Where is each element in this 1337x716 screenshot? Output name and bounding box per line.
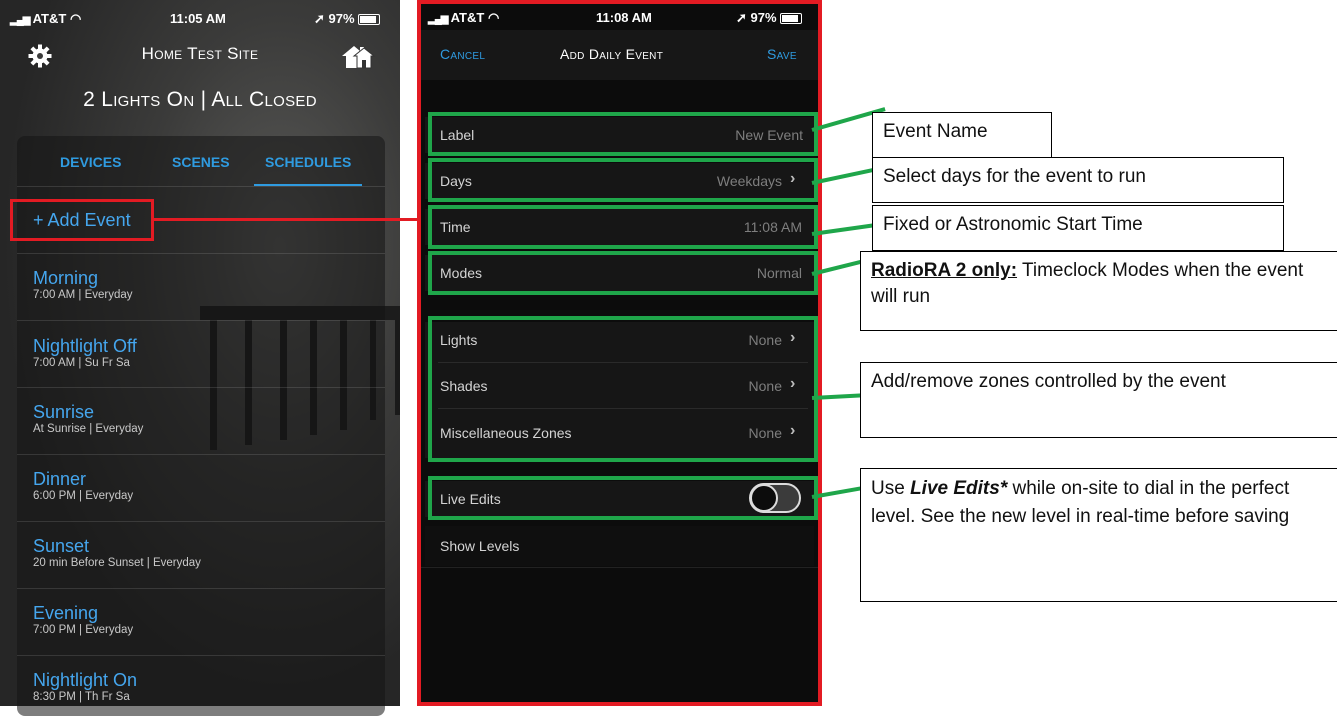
event-name: Nightlight On [33,670,138,690]
live-edits-label: Live Edits [440,491,501,507]
left-status-battery: ➚ 97% [314,11,380,27]
right-status-time: 11:08 AM [596,10,652,25]
list-divider [17,387,385,388]
modes-field-value[interactable]: Normal [640,265,802,281]
toggle-knob [750,484,778,512]
tab-divider [17,186,385,187]
event-detail: 7:00 PM | Everyday [33,624,134,636]
time-field-value[interactable]: 11:08 AM [640,219,802,235]
days-field-label: Days [440,173,472,189]
list-item[interactable]: Sunrise At Sunrise | Everyday [33,402,143,435]
list-divider [17,454,385,455]
row-divider [438,408,808,409]
annotation-modes: RadioRA 2 only: Timeclock Modes when the… [860,251,1337,331]
battery-icon [779,13,802,25]
wifi-icon: ◠ [487,10,500,25]
right-status-carrier: ▂▄▆ AT&T ◠ [428,10,500,25]
event-detail: At Sunrise | Everyday [33,423,144,435]
location-icon: ➚ [314,11,325,26]
event-detail: 7:00 AM | Everyday [33,289,133,301]
list-item[interactable]: Morning 7:00 AM | Everyday [33,268,133,301]
chevron-right-icon: › [790,422,796,439]
annotation-days: Select days for the event to run [872,157,1284,203]
list-divider [17,588,385,589]
location-icon: ➚ [736,10,747,25]
list-item[interactable]: Nightlight Off 7:00 AM | Su Fr Sa [33,336,137,369]
page-title: Add Daily Event [560,46,664,62]
list-divider [17,521,385,522]
list-divider [17,320,385,321]
chevron-right-icon: › [790,170,796,187]
add-event-callout-line [154,218,430,221]
label-field-label: Label [440,127,475,143]
event-detail: 8:30 PM | Th Fr Sa [33,691,130,703]
event-name: Nightlight Off [33,336,137,356]
row-divider [438,362,808,363]
status-summary: 2 Lights On | All Closed [83,88,317,111]
modes-field-label: Modes [440,265,483,281]
shades-field-label: Shades [440,378,488,394]
event-name: Sunset [33,536,90,556]
left-status-carrier: ▂▄▆ AT&T ◠ [10,11,82,26]
annotation-event-name: Event Name [872,112,1052,158]
home-icon[interactable] [340,42,376,70]
lights-field-label: Lights [440,332,478,348]
event-detail: 6:00 PM | Everyday [33,490,134,502]
list-item[interactable]: Sunset 20 min Before Sunset | Everyday [33,536,201,569]
list-divider [17,253,385,254]
cancel-button[interactable]: Cancel [440,46,485,62]
tab-selected-indicator [254,184,362,186]
event-name: Morning [33,268,99,288]
annotation-live-edits: Use Live Edits* while on-site to dial in… [860,468,1337,602]
wifi-icon: ◠ [69,11,82,26]
annotation-live-prefix: Use [871,478,911,499]
tab-devices[interactable]: DEVICES [60,154,121,170]
event-name: Evening [33,603,99,623]
left-status-time: 11:05 AM [170,11,226,26]
event-name: Dinner [33,469,87,489]
add-event-button[interactable]: + Add Event [10,199,154,241]
list-item[interactable]: Nightlight On 8:30 PM | Th Fr Sa [33,670,137,703]
label-field-value[interactable]: New Event [640,127,803,143]
time-field-label: Time [440,219,471,235]
list-item[interactable]: Evening 7:00 PM | Everyday [33,603,133,636]
misc-zones-field-label: Miscellaneous Zones [440,425,572,441]
tab-schedules[interactable]: SCHEDULES [265,154,351,170]
event-name: Sunrise [33,402,95,422]
show-levels-label: Show Levels [440,538,520,554]
row-divider [421,567,818,568]
chevron-right-icon: › [790,375,796,392]
lights-field-value: None [748,332,782,348]
annotation-time: Fixed or Astronomic Start Time [872,205,1284,251]
event-detail: 20 min Before Sunset | Everyday [33,557,201,569]
shades-field-value: None [748,378,782,394]
tab-scenes[interactable]: SCENES [172,154,230,170]
save-button[interactable]: Save [767,46,797,62]
list-divider [17,655,385,656]
list-item[interactable]: Dinner 6:00 PM | Everyday [33,469,133,502]
right-status-battery: ➚ 97% [736,10,802,26]
event-detail: 7:00 AM | Su Fr Sa [33,357,130,369]
annotation-modes-bold: RadioRA 2 only: [871,260,1018,281]
chevron-right-icon: › [790,329,796,346]
annotation-live-em: Live Edits* [910,478,1008,499]
annotation-zones: Add/remove zones controlled by the event [860,362,1337,438]
misc-zones-field-value: None [748,425,782,441]
days-field-value: Weekdays [716,173,782,189]
battery-icon [357,14,380,26]
